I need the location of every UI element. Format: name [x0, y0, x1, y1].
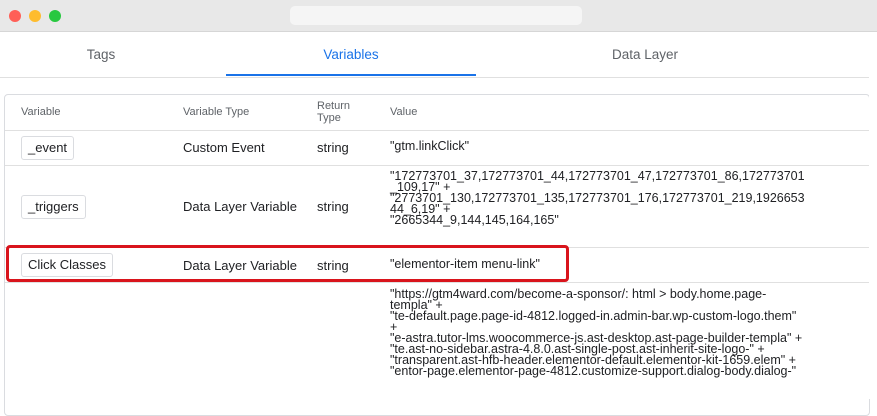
table-header: Variable Variable Type Return Type Value [5, 95, 869, 131]
tab-variables[interactable]: Variables [226, 32, 476, 77]
red-highlight-box [6, 245, 569, 282]
address-bar[interactable] [290, 6, 582, 25]
variable-type: Custom Event [183, 140, 265, 155]
variable-name-chip[interactable]: _triggers [21, 195, 86, 219]
variable-value: "https://gtm4ward.com/become-a-sponsor/:… [390, 287, 803, 378]
column-header-return-type: Return Type [317, 100, 351, 124]
tab-data-layer[interactable]: Data Layer [520, 32, 770, 77]
maximize-window-button[interactable] [49, 10, 61, 22]
variable-name-chip[interactable]: _event [21, 136, 75, 160]
column-header-variable: Variable [21, 106, 61, 118]
minimize-window-button[interactable] [29, 10, 41, 22]
table-row: "https://gtm4ward.com/become-a-sponsor/:… [5, 283, 869, 415]
column-header-value: Value [390, 106, 418, 118]
return-type: string [317, 140, 349, 155]
tab-bar: Tags Variables Data Layer [0, 32, 877, 78]
return-type: string [317, 199, 349, 214]
column-header-variable-type: Variable Type [183, 106, 250, 118]
window-titlebar [0, 0, 877, 32]
variable-type: Data Layer Variable [183, 199, 297, 214]
active-tab-indicator [226, 74, 476, 76]
scrollbar[interactable] [869, 33, 877, 399]
table-row: _triggers Data Layer Variable string "17… [5, 166, 869, 248]
table-row: _event Custom Event string "gtm.linkClic… [5, 131, 869, 166]
variable-value: "gtm.linkClick" [390, 139, 470, 153]
close-window-button[interactable] [9, 10, 21, 22]
tab-tags[interactable]: Tags [0, 32, 202, 77]
variable-value: "172773701_37,172773701_44,172773701_47,… [390, 169, 805, 227]
